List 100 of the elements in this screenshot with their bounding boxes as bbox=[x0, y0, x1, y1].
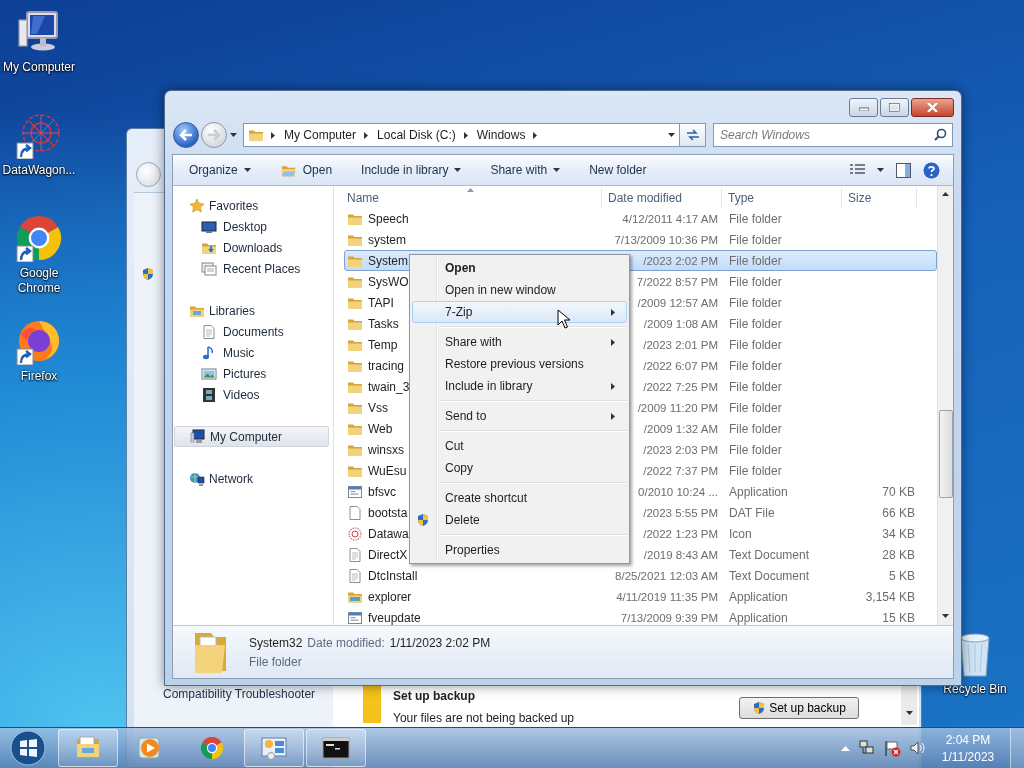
file-name[interactable]: fveupdate bbox=[368, 610, 421, 625]
menu-item[interactable]: Properties bbox=[412, 539, 627, 561]
file-name[interactable]: Speech bbox=[368, 211, 409, 226]
file-name[interactable]: System bbox=[368, 253, 408, 268]
nav-item[interactable]: Libraries bbox=[173, 300, 333, 321]
size-cell: 66 KB bbox=[882, 505, 915, 520]
date-cell: 7/13/2009 10:36 PM bbox=[614, 233, 718, 246]
type-cell: DAT File bbox=[729, 505, 775, 520]
date-cell: /2023 2:01 PM bbox=[643, 338, 718, 351]
file-name[interactable]: Datawa bbox=[368, 526, 409, 541]
toolbar-button[interactable]: Include in library bbox=[353, 158, 470, 182]
nav-item[interactable]: Favorites bbox=[173, 195, 333, 216]
menu-item[interactable]: Copy bbox=[412, 457, 627, 479]
type-cell: File folder bbox=[729, 232, 782, 247]
nav-item[interactable]: Documents bbox=[173, 321, 333, 342]
nav-item[interactable]: Videos bbox=[173, 384, 333, 405]
size-cell: 70 KB bbox=[882, 484, 915, 499]
item-type: File folder bbox=[249, 654, 303, 669]
date-cell: /2009 12:57 AM bbox=[637, 296, 718, 309]
breadcrumb[interactable]: Local Disk (C:) bbox=[376, 128, 457, 142]
type-cell: File folder bbox=[729, 253, 782, 268]
nav-item[interactable]: Network bbox=[173, 468, 333, 489]
desktop-icon-label[interactable]: My Computer bbox=[0, 60, 78, 75]
size-cell: 3,154 KB bbox=[865, 589, 915, 604]
nav-item[interactable]: Desktop bbox=[173, 216, 333, 237]
item-name: System32 bbox=[249, 635, 303, 650]
date-cell: 4/11/2019 11:35 PM bbox=[616, 590, 718, 603]
file-name[interactable]: system bbox=[368, 232, 406, 247]
date-cell: /2022 7:37 PM bbox=[643, 464, 718, 477]
file-name[interactable]: Temp bbox=[368, 337, 398, 352]
field-value: 1/11/2023 2:02 PM bbox=[389, 635, 491, 650]
type-cell: File folder bbox=[729, 295, 782, 310]
size-cell: 5 KB bbox=[889, 568, 915, 583]
type-cell: Application bbox=[729, 484, 788, 499]
notice-message: Your files are not being backed up bbox=[393, 711, 575, 725]
file-name[interactable]: DtcInstall bbox=[368, 568, 418, 583]
date-cell: 8/25/2021 12:03 AM bbox=[615, 569, 718, 582]
menu-item[interactable]: Delete bbox=[412, 509, 627, 531]
size-cell: 34 KB bbox=[882, 526, 915, 541]
breadcrumb[interactable]: Windows bbox=[475, 128, 527, 142]
breadcrumb[interactable]: My Computer bbox=[283, 128, 358, 142]
date-cell: /2022 1:23 PM bbox=[643, 527, 718, 540]
nav-item[interactable]: Music bbox=[173, 342, 333, 363]
toolbar-button[interactable]: Open bbox=[271, 158, 341, 182]
menu-item[interactable]: Cut bbox=[412, 435, 627, 457]
nav-item[interactable]: My Computer bbox=[174, 426, 329, 447]
toolbar-button[interactable]: Organize bbox=[181, 158, 259, 182]
menu-item[interactable]: 7-Zip bbox=[412, 301, 627, 323]
date-cell: 4/12/2011 4:17 AM bbox=[622, 212, 718, 225]
notice-title: Set up backup bbox=[393, 689, 475, 703]
desktop-icon-label[interactable]: Google Chrome bbox=[0, 266, 78, 296]
date-cell: /2009 11:20 PM bbox=[637, 401, 718, 414]
menu-item[interactable]: Create shortcut bbox=[412, 487, 627, 509]
file-name[interactable]: WuEsu bbox=[368, 463, 407, 478]
size-cell: 15 KB bbox=[882, 610, 915, 625]
date-cell: /2023 5:55 PM bbox=[643, 506, 718, 519]
address-bar[interactable]: My Computer Local Disk (C:) Windows bbox=[243, 123, 680, 147]
toolbar-button[interactable]: New folder bbox=[581, 158, 655, 182]
toolbar-button[interactable]: Share with bbox=[482, 158, 569, 182]
menu-item[interactable]: Include in library bbox=[412, 375, 627, 397]
menu-item[interactable]: Restore previous versions bbox=[412, 353, 627, 375]
type-cell: File folder bbox=[729, 400, 782, 415]
date-cell: 7/13/2009 9:39 PM bbox=[620, 611, 718, 624]
type-cell: File folder bbox=[729, 463, 782, 478]
clock-time: 2:04 PM bbox=[945, 732, 991, 747]
type-cell: File folder bbox=[729, 421, 782, 436]
file-name[interactable]: Tasks bbox=[368, 316, 399, 331]
file-name[interactable]: tracing bbox=[368, 358, 405, 373]
date-cell: /2023 2:02 PM bbox=[643, 254, 718, 267]
clock-date: 1/11/2023 bbox=[941, 749, 995, 764]
menu-item[interactable]: Open in new window bbox=[412, 279, 627, 301]
date-cell: /2022 7:25 PM bbox=[643, 380, 718, 393]
type-cell: File folder bbox=[729, 337, 782, 352]
file-name[interactable]: explorer bbox=[368, 589, 412, 604]
desktop-icon-label[interactable]: DataWagon... bbox=[0, 163, 78, 178]
file-name[interactable]: Web bbox=[368, 421, 393, 436]
file-name[interactable]: Vss bbox=[368, 400, 388, 415]
file-name[interactable]: bootsta bbox=[368, 505, 408, 520]
date-cell: 7/2022 8:57 PM bbox=[636, 275, 718, 288]
date-cell: /2009 1:08 AM bbox=[643, 317, 718, 330]
file-name[interactable]: bfsvc bbox=[368, 484, 396, 499]
menu-item[interactable]: Send to bbox=[412, 405, 627, 427]
type-cell: File folder bbox=[729, 211, 782, 226]
nav-item[interactable]: Downloads bbox=[173, 237, 333, 258]
desktop-icon-label[interactable]: Firefox bbox=[0, 369, 78, 384]
field-label: Date modified: bbox=[307, 635, 385, 650]
file-name[interactable]: TAPI bbox=[368, 295, 394, 310]
file-name[interactable]: twain_3 bbox=[368, 379, 410, 394]
nav-item[interactable]: Recent Places bbox=[173, 258, 333, 279]
nav-item[interactable]: Pictures bbox=[173, 363, 333, 384]
type-cell: File folder bbox=[729, 274, 782, 289]
setup-backup-button[interactable]: Set up backup bbox=[739, 697, 859, 719]
file-name[interactable]: DirectX bbox=[368, 547, 408, 562]
search-field[interactable]: Search Windows bbox=[713, 123, 953, 147]
link[interactable]: Compatibility Troubleshooter bbox=[163, 687, 316, 701]
menu-item[interactable]: Share with bbox=[412, 331, 627, 353]
date-cell: /2022 6:07 PM bbox=[643, 359, 718, 372]
date-cell: /2019 8:43 AM bbox=[643, 548, 718, 561]
file-name[interactable]: SysWO bbox=[368, 274, 409, 289]
file-name[interactable]: winsxs bbox=[368, 442, 404, 457]
